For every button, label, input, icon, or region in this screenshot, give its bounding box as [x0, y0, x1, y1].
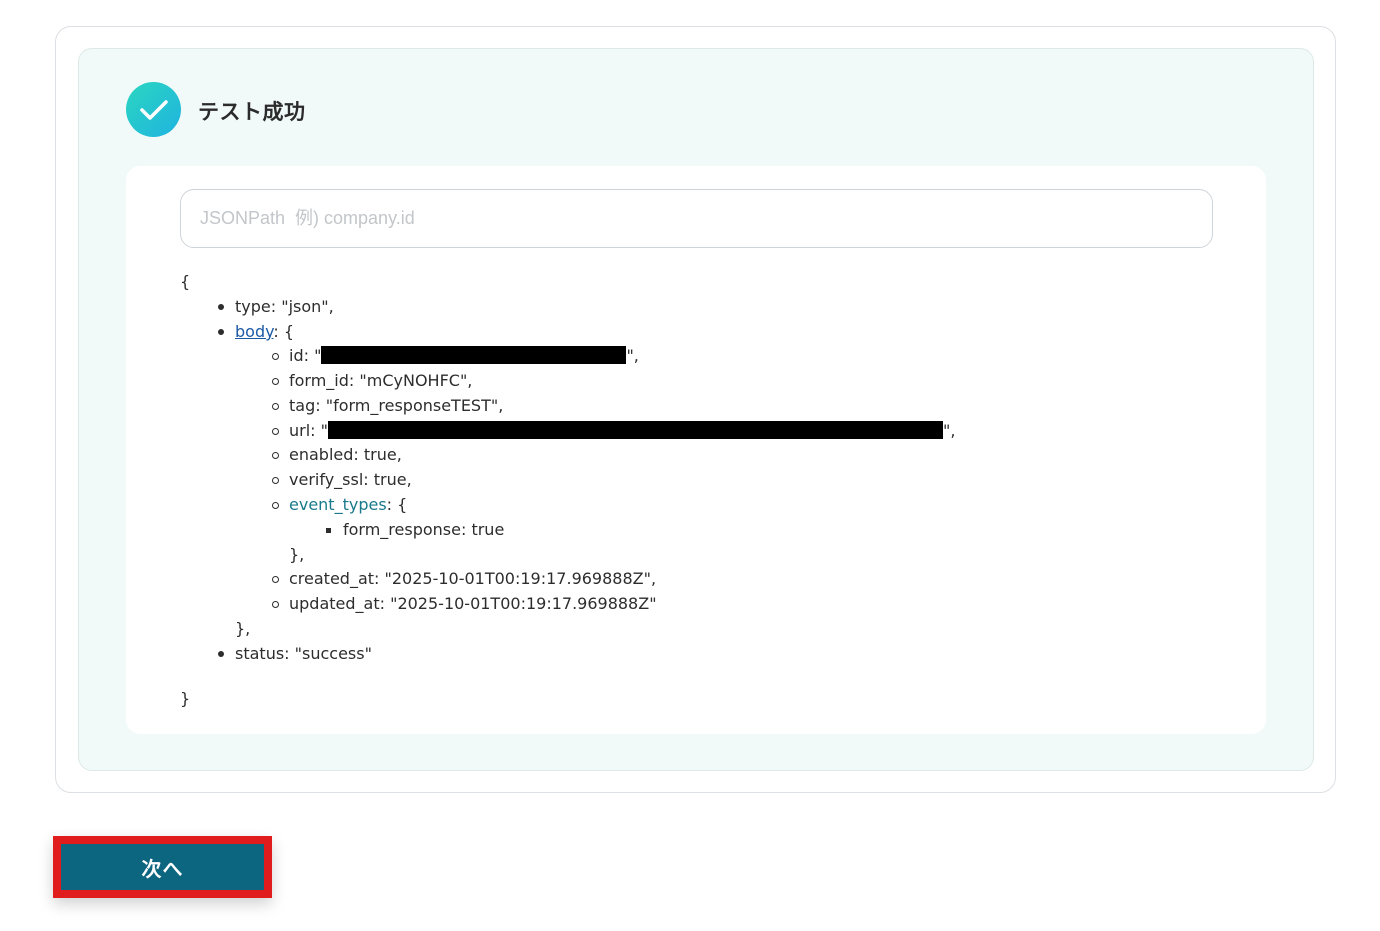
list-bullet [272, 601, 279, 608]
json-close-brace: } [180, 689, 191, 708]
success-check-icon [126, 82, 181, 137]
redacted-id-block [321, 346, 627, 364]
jsonpath-search-input[interactable] [180, 189, 1213, 248]
json-body-line: body: { [235, 321, 294, 343]
next-button[interactable]: 次へ [61, 844, 264, 890]
list-bullet [272, 403, 279, 410]
json-url-line: url: " ", [289, 420, 955, 442]
url-suffix: ", [943, 421, 956, 440]
redacted-url-block [328, 421, 943, 439]
url-prefix: url: " [289, 421, 328, 440]
list-bullet [218, 329, 224, 335]
list-bullet [218, 651, 224, 657]
test-success-title: テスト成功 [198, 100, 306, 124]
json-id-line: id: " ", [289, 345, 639, 367]
json-tag-line: tag: "form_responseTEST", [289, 396, 504, 415]
list-bullet [272, 477, 279, 484]
json-form-response-line: form_response: true [343, 520, 505, 539]
id-prefix: id: " [289, 346, 322, 365]
json-updated-at-line: updated_at: "2025-10-01T00:19:17.969888Z… [289, 594, 657, 613]
list-bullet [272, 452, 279, 459]
body-key-link[interactable]: body [235, 322, 273, 341]
json-event-types-line: event_types: { [289, 494, 407, 516]
json-form-id-line: form_id: "mCyNOHFC", [289, 371, 473, 390]
list-bullet [326, 528, 331, 533]
body-open: : { [273, 322, 295, 341]
id-suffix: ", [626, 346, 639, 365]
event-types-key-link[interactable]: event_types [289, 495, 387, 514]
list-bullet [272, 428, 279, 435]
json-verify-ssl-line: verify_ssl: true, [289, 470, 412, 489]
list-bullet [272, 576, 279, 583]
list-bullet [218, 304, 224, 310]
list-bullet [272, 378, 279, 385]
json-event-types-close: }, [289, 545, 305, 564]
list-bullet [272, 502, 279, 509]
json-open-brace: { [180, 272, 191, 291]
json-status-line: status: "success" [235, 644, 372, 663]
json-type-line: type: "json", [235, 297, 334, 316]
json-body-close: }, [235, 619, 251, 638]
event-types-open: : { [386, 495, 408, 514]
json-created-at-line: created_at: "2025-10-01T00:19:17.969888Z… [289, 569, 657, 588]
list-bullet [272, 353, 279, 360]
json-enabled-line: enabled: true, [289, 445, 402, 464]
